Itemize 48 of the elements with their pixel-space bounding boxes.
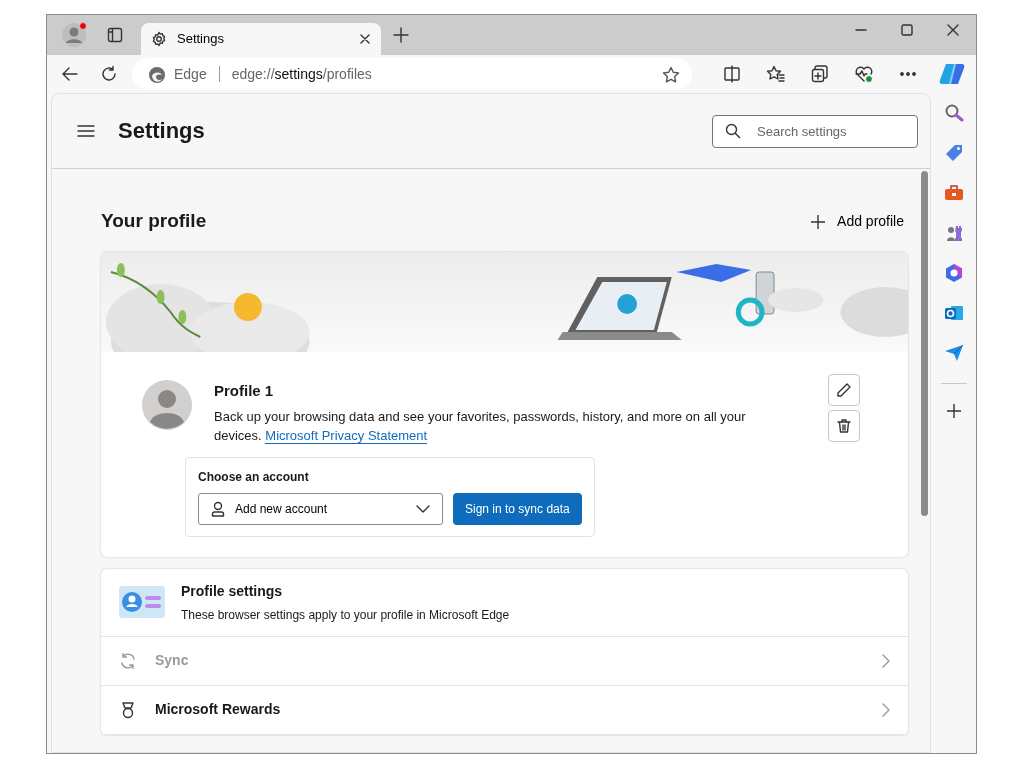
address-bar[interactable]: Edge edge://settings/profiles — [132, 58, 692, 90]
avatar-icon[interactable] — [62, 22, 88, 48]
profile-settings-icon — [117, 584, 167, 620]
assistant-logo-icon — [939, 62, 965, 86]
more-icon — [900, 72, 916, 76]
settings-row[interactable]: Microsoft Rewards — [101, 685, 908, 735]
account-dropdown[interactable]: Add new account — [198, 492, 443, 525]
pencil-icon — [836, 382, 852, 398]
search-icon[interactable] — [943, 103, 964, 123]
add-profile-button[interactable]: Add profile — [807, 207, 908, 236]
chevron-down-icon — [416, 504, 430, 513]
collections-icon — [811, 65, 829, 83]
section-heading: Your profile — [101, 210, 207, 233]
privacy-link[interactable]: Microsoft Privacy Statement — [265, 427, 428, 444]
delete-button[interactable] — [828, 410, 860, 442]
trophy-icon — [119, 700, 137, 719]
close-tab-icon[interactable] — [359, 33, 371, 45]
search-field[interactable]: Search settings — [712, 114, 918, 148]
avatar-icon — [142, 380, 192, 430]
settings-icon — [151, 31, 167, 47]
browser-tab[interactable]: Settings — [141, 23, 381, 55]
plus-icon — [811, 214, 826, 229]
split-screen-icon — [723, 65, 741, 83]
menu-icon — [77, 124, 95, 138]
star-list-icon — [766, 65, 786, 83]
toolbox-icon[interactable] — [943, 183, 964, 203]
address-url: edge://settings/profiles — [231, 64, 372, 84]
sync-icon — [119, 651, 137, 670]
card-title: Profile settings — [181, 581, 284, 601]
site-label: Edge — [174, 64, 207, 84]
heart-pulse-icon — [854, 65, 874, 83]
sign-in-button[interactable]: Sign in to sync data — [453, 492, 582, 525]
ring-logo-icon[interactable] — [943, 263, 964, 283]
edit-button[interactable] — [828, 374, 860, 406]
trash-icon — [836, 418, 852, 434]
back-arrow-icon — [60, 65, 79, 83]
refresh-icon — [100, 65, 119, 83]
card-subtitle: These browser settings apply to your profile in Microsoft Edge — [181, 606, 510, 624]
chevron-right-icon — [882, 702, 890, 717]
person-icon — [211, 500, 225, 517]
mail-app-icon[interactable] — [943, 303, 964, 323]
profile-name: Profile 1 — [214, 381, 275, 401]
chevron-right-icon — [882, 653, 890, 668]
account-label: Choose an account — [198, 468, 310, 486]
page-title: Settings — [118, 117, 205, 145]
add-icon[interactable] — [946, 404, 961, 418]
profile-description: Back up your browsing data and see your favorites, passwords, history, and more on all your devices. Microsoft Privacy Statement — [214, 407, 747, 445]
scrollbar-thumb[interactable] — [921, 171, 928, 516]
